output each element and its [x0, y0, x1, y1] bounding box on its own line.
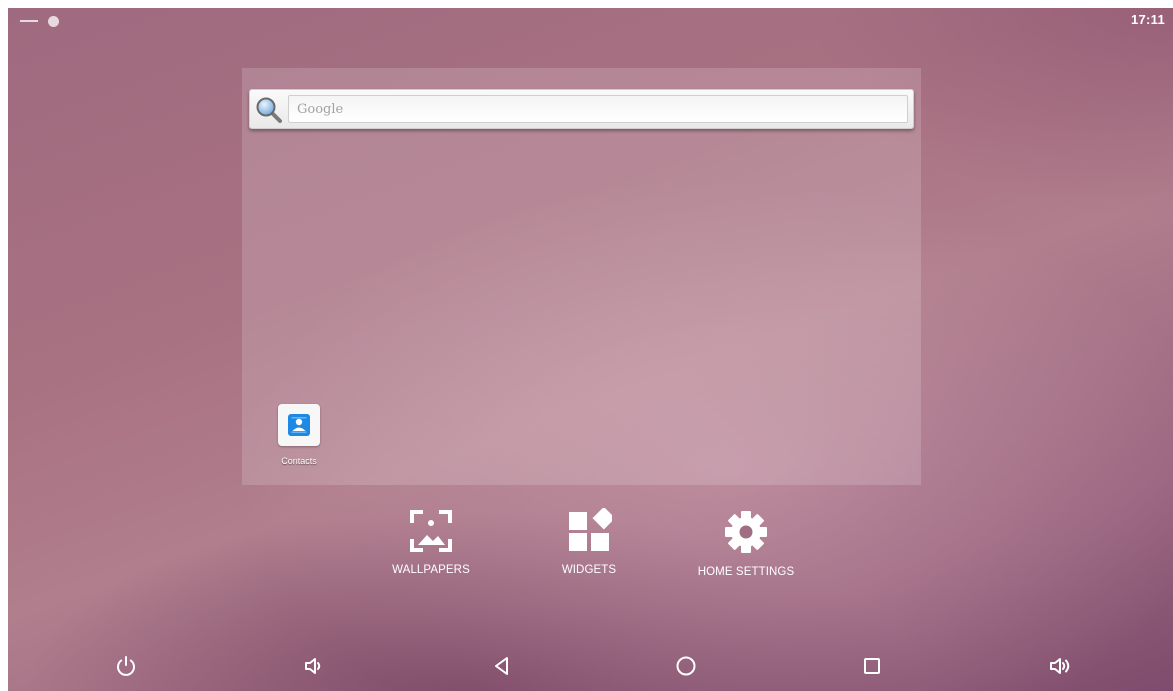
workspace-preview[interactable]: Contacts — [242, 68, 921, 485]
search-icon[interactable] — [255, 96, 283, 124]
widgets-button[interactable]: WIDGETS — [519, 508, 659, 576]
wallpapers-button[interactable]: WALLPAPERS — [361, 508, 501, 576]
volume-up-icon[interactable] — [1048, 654, 1072, 678]
widgets-icon — [569, 508, 612, 551]
wallpaper-icon — [410, 510, 452, 552]
search-input[interactable] — [288, 95, 908, 123]
notification-dash-icon — [20, 20, 38, 22]
home-screen-overview: 17:11 Google Contacts WALLPAPERS WIDGETS… — [8, 8, 1173, 691]
app-shortcut-contacts[interactable]: Contacts — [276, 404, 322, 466]
contacts-icon[interactable] — [278, 404, 320, 446]
app-label-contacts: Contacts — [281, 456, 317, 466]
home-settings-label: HOME SETTINGS — [697, 566, 795, 578]
volume-down-icon[interactable] — [302, 654, 326, 678]
wallpapers-label: WALLPAPERS — [392, 564, 470, 576]
status-bar-notifications — [20, 14, 59, 28]
notification-dot-icon — [48, 15, 59, 27]
recents-icon[interactable] — [860, 654, 884, 678]
back-icon[interactable] — [490, 654, 514, 678]
power-icon[interactable] — [114, 654, 138, 678]
home-icon[interactable] — [674, 654, 698, 678]
gear-icon — [725, 511, 767, 553]
contacts-glyph-icon — [288, 414, 310, 436]
home-settings-button[interactable]: HOME SETTINGS — [676, 508, 816, 578]
status-clock: 17:11 — [1130, 12, 1165, 27]
google-search-bar[interactable] — [249, 89, 914, 129]
widgets-label: WIDGETS — [561, 564, 617, 576]
